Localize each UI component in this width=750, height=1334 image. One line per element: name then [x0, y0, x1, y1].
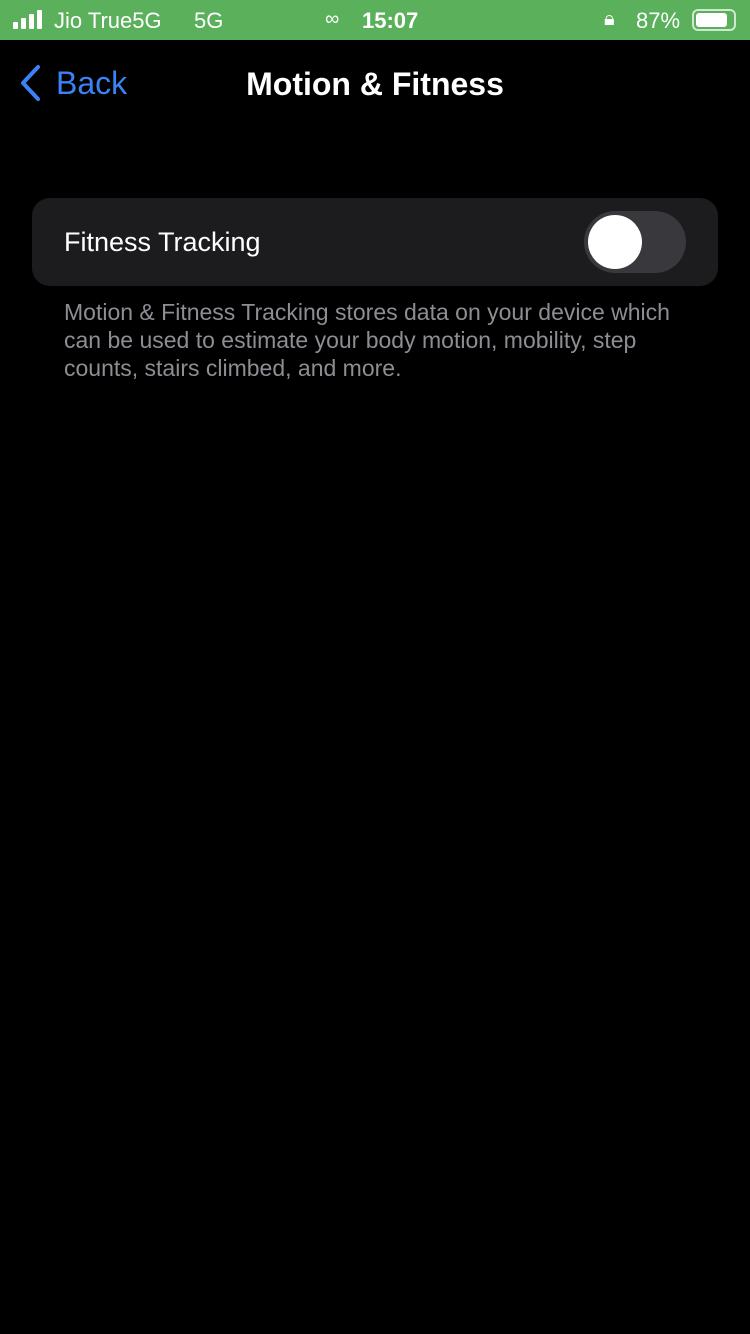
rotation-lock-icon: 🔒︎ — [604, 8, 615, 30]
fitness-tracking-toggle[interactable] — [584, 211, 686, 273]
navigation-bar: Back Motion & Fitness — [0, 40, 750, 128]
signal-icon — [13, 10, 42, 29]
battery-icon — [692, 9, 736, 31]
page-title: Motion & Fitness — [246, 66, 504, 102]
network-type: 5G — [194, 8, 224, 33]
battery-percent: 87% — [636, 8, 681, 33]
link-icon: ∞ — [325, 8, 340, 30]
status-bar: Jio True5G 5G ∞ 15:07 🔒︎ 87% — [0, 0, 750, 40]
fitness-tracking-row: Fitness Tracking — [32, 198, 718, 286]
fitness-tracking-label: Fitness Tracking — [64, 227, 261, 257]
clock: 15:07 — [362, 8, 419, 33]
toggle-knob — [588, 215, 642, 269]
footer-description: Motion & Fitness Tracking stores data on… — [64, 299, 670, 381]
carrier: Jio True5G — [54, 8, 162, 33]
